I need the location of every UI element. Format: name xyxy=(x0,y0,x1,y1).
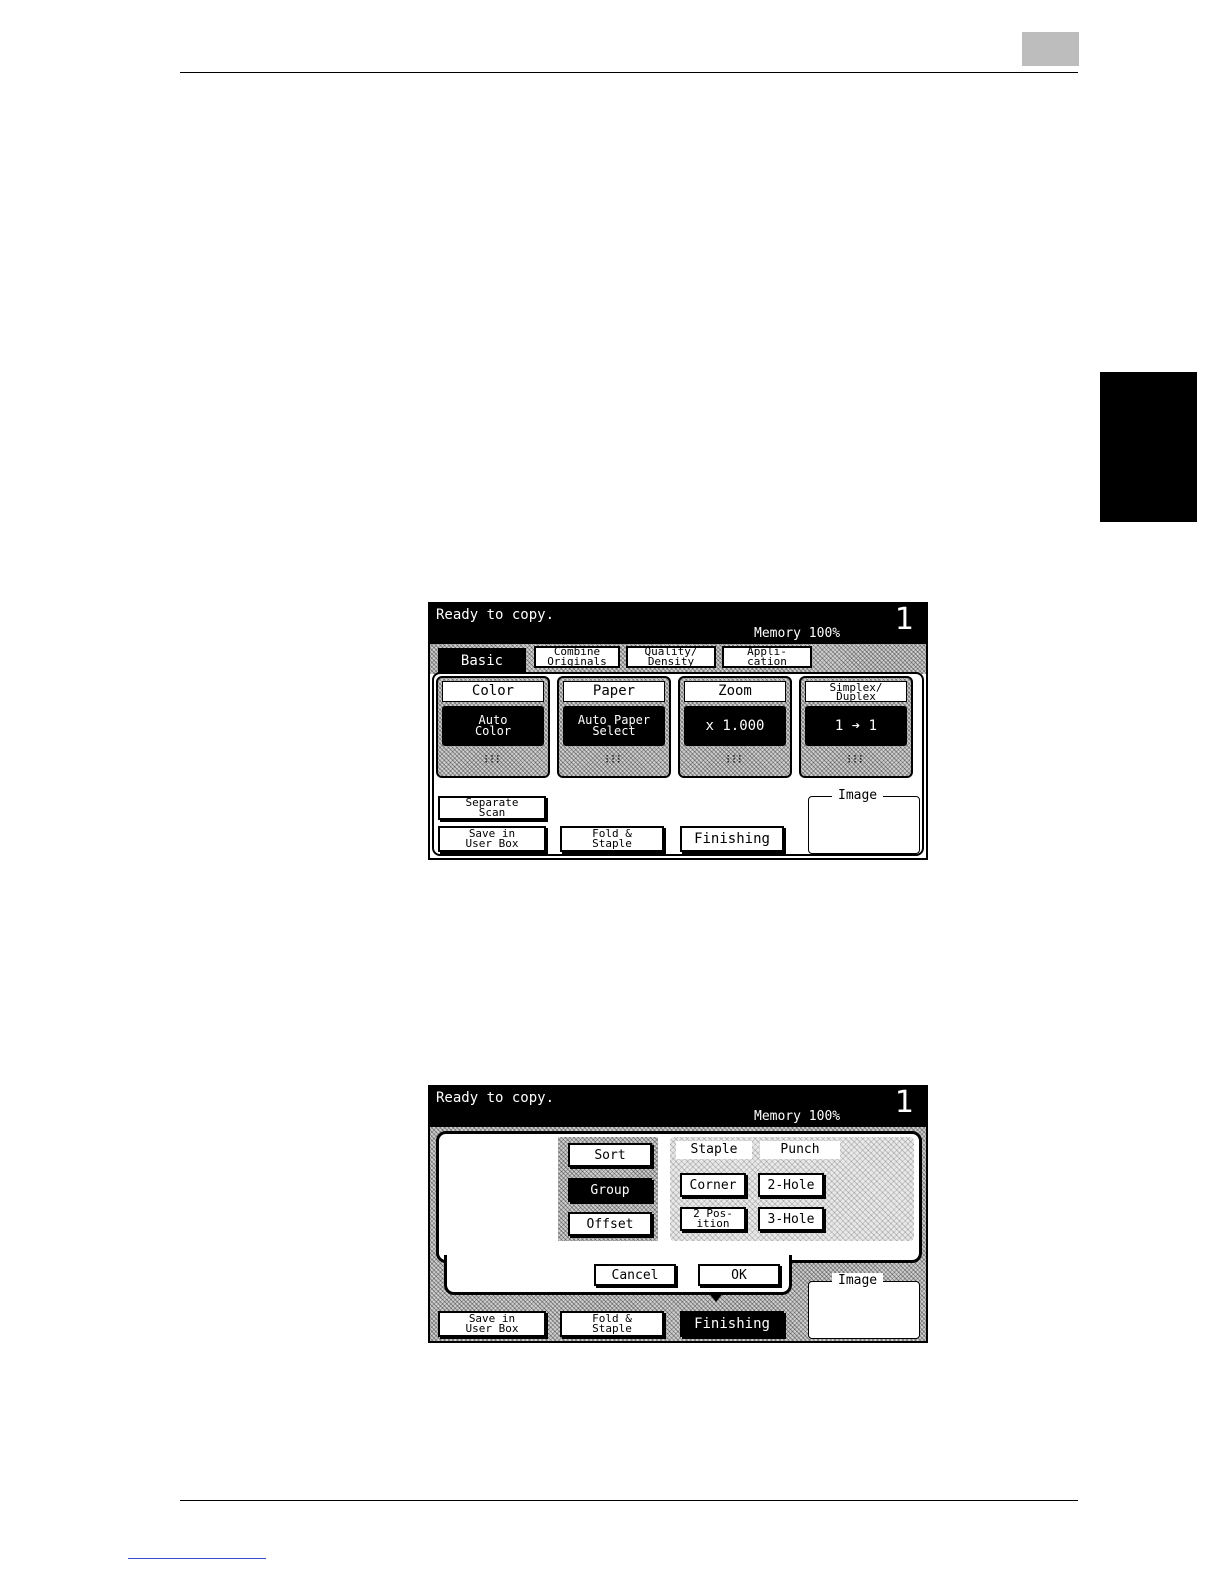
ok-button[interactable]: OK xyxy=(698,1264,780,1286)
copy-count: 1 xyxy=(894,1085,914,1120)
status-bar: Ready to copy. Memory 100% 1 xyxy=(430,604,926,644)
staple-2-position-button[interactable]: 2 Pos- ition xyxy=(680,1207,746,1231)
image-label: Image xyxy=(832,788,884,803)
status-bar: Ready to copy. Memory 100% 1 xyxy=(430,1087,926,1127)
color-card-value[interactable]: Auto Color xyxy=(442,706,544,746)
page-number-box xyxy=(1022,32,1079,66)
image-preview-box xyxy=(808,796,920,854)
simplex-duplex-card-value[interactable]: 1 ➔ 1 xyxy=(805,706,907,746)
save-in-user-box-button[interactable]: Save in User Box xyxy=(438,826,546,852)
separate-scan-button[interactable]: Separate Scan xyxy=(438,796,546,820)
staple-label: Staple xyxy=(676,1141,752,1159)
memory-indicator: Memory 100% xyxy=(754,626,841,641)
finishing-button[interactable]: Finishing xyxy=(680,826,784,852)
footer-link-underline xyxy=(128,1558,266,1559)
tab-application[interactable]: Appli- cation xyxy=(722,646,812,668)
offset-button[interactable]: Offset xyxy=(568,1212,652,1236)
fold-staple-button[interactable]: Fold & Staple xyxy=(560,1311,664,1337)
paper-card-title: Paper xyxy=(563,681,665,702)
zoom-card-title: Zoom xyxy=(684,681,786,702)
color-card[interactable]: Color Auto Color ⁝⁝⁝ xyxy=(436,676,550,778)
copy-count: 1 xyxy=(894,602,914,637)
color-card-title: Color xyxy=(442,681,544,702)
simplex-duplex-card-title: Simplex/ Duplex xyxy=(805,681,907,702)
status-message: Ready to copy. xyxy=(436,607,555,623)
zoom-card-dots: ⁝⁝⁝ xyxy=(726,752,744,766)
sort-button[interactable]: Sort xyxy=(568,1143,652,1167)
simplex-duplex-card[interactable]: Simplex/ Duplex 1 ➔ 1 ⁝⁝⁝ xyxy=(799,676,913,778)
footer-rule xyxy=(180,1500,1078,1501)
simplex-duplex-card-dots: ⁝⁝⁝ xyxy=(847,752,865,766)
chapter-side-tab xyxy=(1100,372,1197,522)
zoom-card[interactable]: Zoom x 1.000 ⁝⁝⁝ xyxy=(678,676,792,778)
paper-card-dots: ⁝⁝⁝ xyxy=(605,752,623,766)
image-preview-box xyxy=(808,1281,920,1339)
memory-indicator: Memory 100% xyxy=(754,1109,841,1124)
popup-pointer xyxy=(708,1292,724,1302)
copy-basic-screen: Ready to copy. Memory 100% 1 Basic Combi… xyxy=(428,602,928,860)
tab-basic[interactable]: Basic xyxy=(438,648,526,674)
tab-quality-density[interactable]: Quality/ Density xyxy=(626,646,716,668)
punch-2-hole-button[interactable]: 2-Hole xyxy=(758,1173,824,1197)
group-button[interactable]: Group xyxy=(568,1178,652,1202)
zoom-card-value[interactable]: x 1.000 xyxy=(684,706,786,746)
staple-corner-button[interactable]: Corner xyxy=(680,1173,746,1197)
paper-card-value[interactable]: Auto Paper Select xyxy=(563,706,665,746)
status-message: Ready to copy. xyxy=(436,1090,555,1106)
fold-staple-button[interactable]: Fold & Staple xyxy=(560,826,664,852)
paper-card[interactable]: Paper Auto Paper Select ⁝⁝⁝ xyxy=(557,676,671,778)
image-label: Image xyxy=(832,1273,884,1288)
save-in-user-box-button[interactable]: Save in User Box xyxy=(438,1311,546,1337)
cancel-button[interactable]: Cancel xyxy=(594,1264,676,1286)
color-card-dots: ⁝⁝⁝ xyxy=(484,752,502,766)
header-rule xyxy=(180,72,1078,73)
tab-combine-originals[interactable]: Combine Originals xyxy=(534,646,620,668)
finishing-screen: Ready to copy. Memory 100% 1 Sort Group … xyxy=(428,1085,928,1343)
finishing-button[interactable]: Finishing xyxy=(680,1311,784,1337)
punch-3-hole-button[interactable]: 3-Hole xyxy=(758,1207,824,1231)
punch-label: Punch xyxy=(760,1141,840,1159)
